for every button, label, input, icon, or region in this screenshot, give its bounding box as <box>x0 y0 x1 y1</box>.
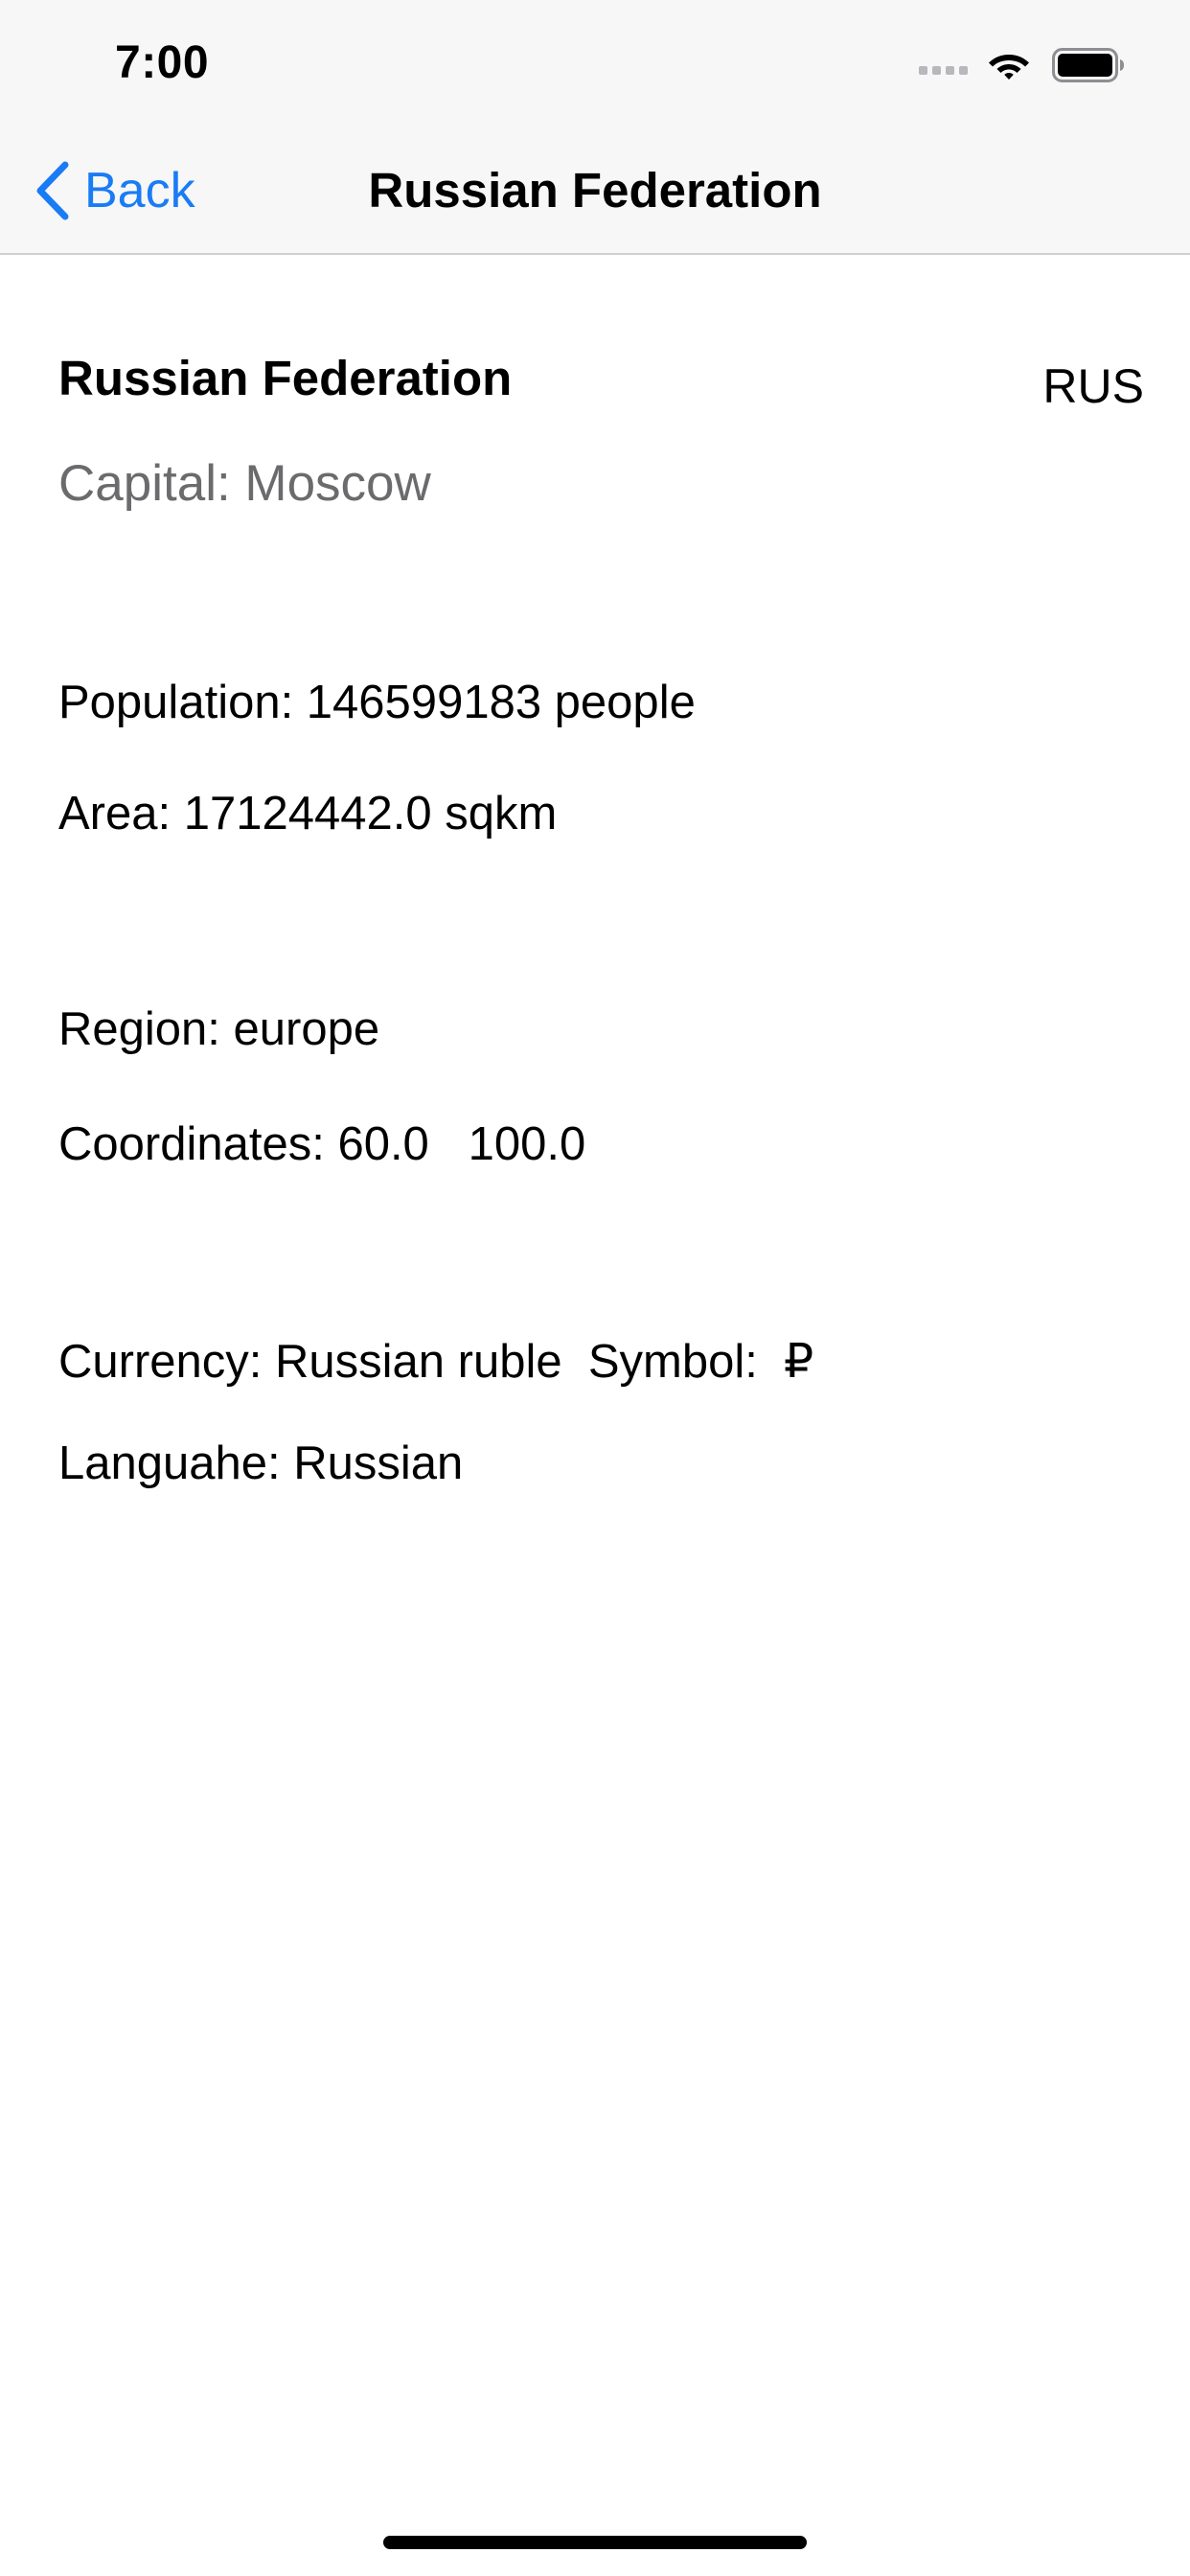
population-label: Population: 146599183 people <box>58 677 696 728</box>
signal-dots-icon <box>914 56 968 75</box>
region-label: Region: europe <box>58 1003 380 1055</box>
wifi-icon <box>987 49 1031 81</box>
battery-icon <box>1052 48 1125 82</box>
language-label: Languahe: Russian <box>58 1438 464 1489</box>
status-bar-icons <box>914 42 1125 88</box>
country-capital: Capital: Moscow <box>58 455 431 512</box>
status-bar-time: 7:00 <box>115 37 210 88</box>
country-name: Russian Federation <box>58 351 513 405</box>
nav-title: Russian Federation <box>368 163 822 218</box>
country-code: RUS <box>1042 359 1144 413</box>
home-indicator[interactable] <box>383 2536 807 2549</box>
currency-label: Currency: Russian ruble Symbol: ₽ <box>58 1336 814 1388</box>
coordinates-label: Coordinates: 60.0 100.0 <box>58 1118 586 1170</box>
area-label: Area: 17124442.0 sqkm <box>58 788 558 840</box>
